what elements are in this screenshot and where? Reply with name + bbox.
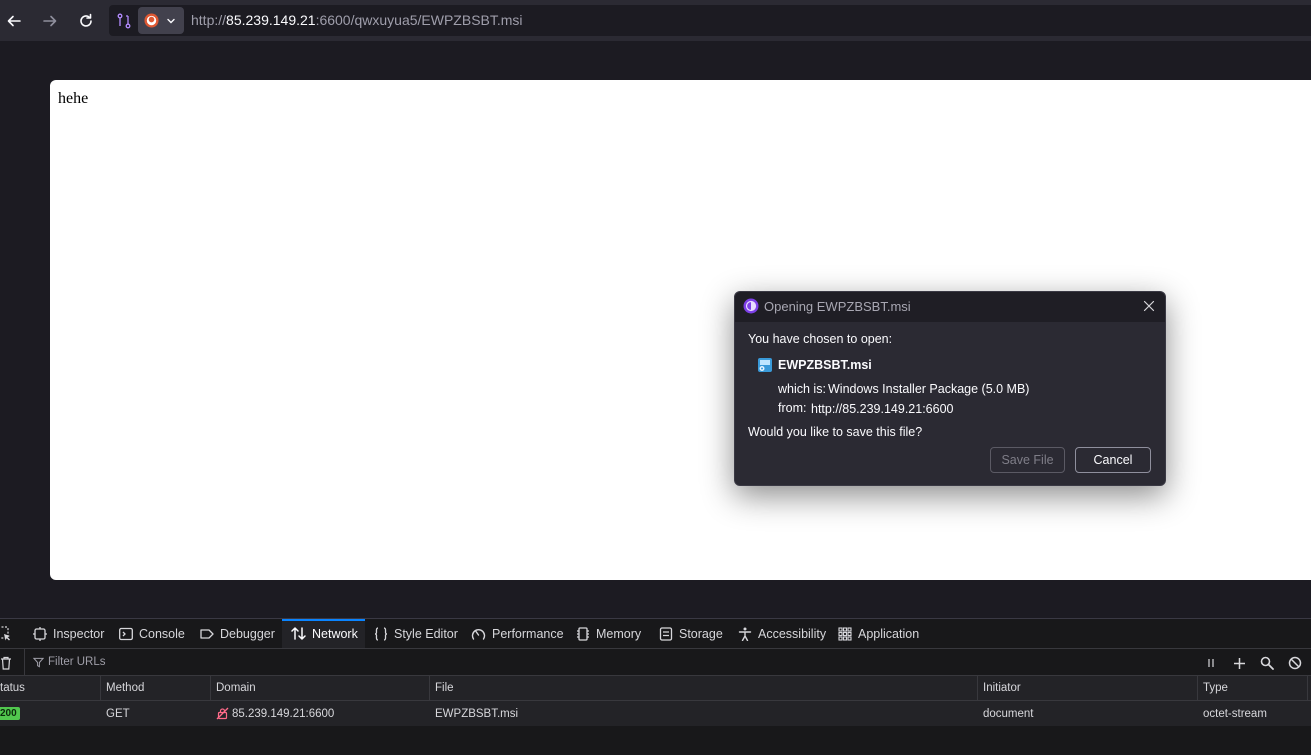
add-request-button[interactable] [1231,655,1247,671]
cell-domain: 85.239.149.21:6600 [211,701,430,726]
site-identity-button[interactable] [138,7,184,34]
requests-table-header: tatus Method Domain File Initiator Type [0,676,1311,701]
cell-status: 200 [0,701,101,726]
storage-icon [659,626,673,641]
element-picker-button[interactable] [0,619,20,648]
domain-text: 85.239.149.21:6600 [232,707,335,720]
chevron-down-icon [167,18,175,24]
dialog-intro: You have chosen to open: [748,332,893,346]
tor-browser-logo-icon [743,298,759,314]
from-label: from: [778,401,807,415]
application-icon [838,626,852,641]
from-value: http://85.239.149.21:6600 [811,402,954,416]
tab-label: Style Editor [394,626,458,641]
tab-label: Performance [492,626,564,641]
search-icon [1260,656,1274,670]
arrow-right-icon [43,15,57,27]
cell-file: EWPZBSBT.msi [435,707,519,720]
trash-icon [1,656,11,670]
tab-accessibility[interactable]: Accessibility [738,619,826,648]
back-button[interactable] [1,8,27,34]
dialog-close-button[interactable] [1141,298,1157,314]
insecure-connection-icon [216,707,229,720]
dialog-filename: EWPZBSBT.msi [778,358,872,372]
page-body-text: hehe [58,90,89,107]
debugger-icon [200,628,214,639]
tab-style-editor[interactable]: Style Editor [374,619,458,648]
element-picker-icon [0,625,10,640]
column-header-domain[interactable]: Domain [211,676,430,700]
which-is-value: Windows Installer Package (5.0 MB) [828,382,1030,396]
tab-label: Storage [679,626,723,641]
column-header-type[interactable]: Type [1198,676,1308,700]
clear-button[interactable] [0,655,14,671]
tab-network[interactable]: Network [282,619,365,648]
reload-button[interactable] [73,8,99,34]
dialog-title: Opening EWPZBSBT.msi [764,299,911,314]
tab-memory[interactable]: Memory [576,619,641,648]
browser-toolbar: http://85.239.149.21:6600/qwxuyua5/EWPZB… [0,0,1311,41]
network-icon [291,627,306,640]
plus-icon [1233,657,1245,669]
tab-label: Application [858,626,920,641]
cell-initiator: document [983,707,1034,720]
tab-label: Network [312,626,358,641]
filter-urls-input[interactable]: Filter URLs [24,649,1194,675]
tab-label: Memory [596,626,642,641]
column-header-file[interactable]: File [430,676,978,700]
search-button[interactable] [1259,655,1275,671]
status-badge: 200 [0,707,20,720]
requests-empty-area [0,726,1311,755]
inspector-icon [33,626,47,641]
forward-button[interactable] [37,8,63,34]
cell-method: GET [106,707,130,720]
search-engine-logo-icon [144,13,159,28]
url-bar[interactable]: http://85.239.149.21:6600/qwxuyua5/EWPZB… [109,5,1311,36]
tab-label: Console [139,626,185,641]
url-text[interactable]: http://85.239.149.21:6600/qwxuyua5/EWPZB… [191,12,523,28]
tab-console[interactable]: Console [119,619,185,648]
pause-button[interactable] [1203,655,1219,671]
column-header-method[interactable]: Method [101,676,211,700]
column-header-status[interactable]: tatus [0,676,101,700]
tab-application[interactable]: Application [838,619,919,648]
permissions-icon[interactable] [114,11,134,31]
tab-inspector[interactable]: Inspector [33,619,104,648]
tab-label: Debugger [220,626,275,641]
close-icon [1143,300,1155,312]
download-dialog: Opening EWPZBSBT.msi You have chosen to … [734,291,1166,486]
tab-storage[interactable]: Storage [659,619,723,648]
cell-type: octet-stream [1203,707,1267,720]
style-editor-icon [374,626,388,641]
save-file-button[interactable]: Save File [990,447,1065,473]
block-icon [1288,656,1302,670]
cancel-button[interactable]: Cancel [1075,447,1151,473]
dialog-question: Would you like to save this file? [748,425,923,439]
network-toolbar: Filter URLs [0,648,1311,676]
reload-icon [80,13,92,27]
column-header-initiator[interactable]: Initiator [978,676,1198,700]
msi-file-icon [758,358,772,372]
filter-icon [33,657,44,667]
performance-icon [471,628,486,640]
tab-debugger[interactable]: Debugger [200,619,275,648]
tab-label: Accessibility [758,626,827,641]
which-is-label: which is: [778,382,826,396]
dialog-titlebar: Opening EWPZBSBT.msi [735,292,1165,322]
accessibility-icon [738,627,752,641]
console-icon [119,627,133,640]
tab-label: Inspector [53,626,105,641]
memory-icon [577,626,589,641]
tab-performance[interactable]: Performance [471,619,564,648]
devtools-tabbar: Inspector Console Debugger Network Style… [0,618,1311,648]
filter-placeholder: Filter URLs [48,656,106,668]
pause-icon [1208,659,1214,667]
table-row[interactable]: 200 GET 85.239.149.21:6600 EWPZBSBT.msi … [0,701,1311,726]
arrow-left-icon [7,15,21,27]
block-requests-button[interactable] [1287,655,1303,671]
